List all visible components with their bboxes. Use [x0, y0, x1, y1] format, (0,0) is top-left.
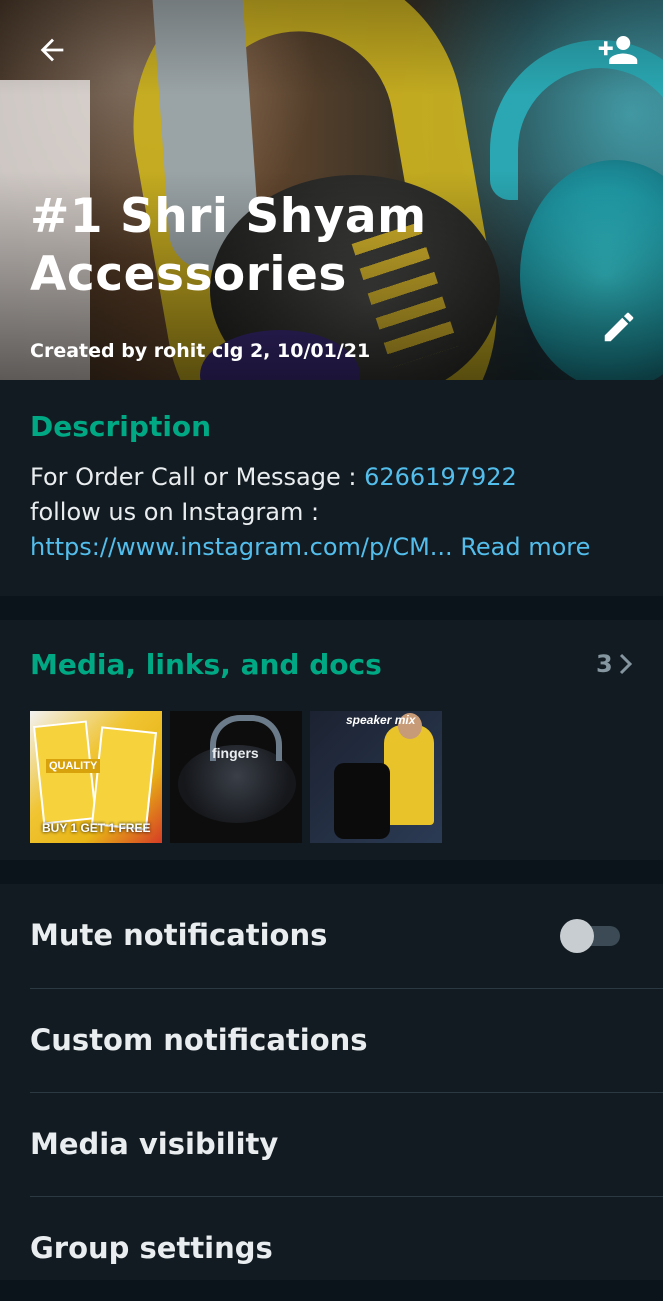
section-gap	[0, 860, 663, 884]
group-settings-label: Group settings	[30, 1231, 273, 1265]
thumb-caption: fingers	[212, 745, 259, 761]
thumb-speaker-shape	[334, 763, 390, 839]
chevron-right-icon	[619, 653, 632, 675]
group-title: #1 Shri Shyam Accessories	[30, 189, 427, 302]
back-button[interactable]	[26, 26, 78, 74]
description-line2: follow us on Instagram :	[30, 498, 320, 526]
thumb-caption: speaker mix	[346, 713, 416, 727]
read-more-link[interactable]: Read more	[460, 533, 590, 561]
thumb-person-shape	[384, 725, 434, 825]
media-visibility-row[interactable]: Media visibility	[0, 1093, 663, 1197]
custom-notifications-row[interactable]: Custom notifications	[0, 989, 663, 1093]
section-gap	[0, 596, 663, 620]
mute-notifications-row[interactable]: Mute notifications	[0, 884, 663, 988]
instagram-link[interactable]: https://www.instagram.com/p/CM...	[30, 533, 453, 561]
add-participant-button[interactable]	[590, 26, 646, 74]
media-thumbnail[interactable]: speaker mix	[310, 711, 442, 843]
media-heading: Media, links, and docs	[30, 648, 382, 681]
description-section[interactable]: Description For Order Call or Message : …	[0, 380, 663, 596]
phone-link[interactable]: 6266197922	[364, 463, 517, 491]
pencil-icon	[604, 312, 634, 342]
description-line1: For Order Call or Message :	[30, 463, 365, 491]
media-section: Media, links, and docs 3 QUALITY BUY 1 G…	[0, 620, 663, 860]
settings-list: Mute notifications Custom notifications …	[0, 884, 663, 1280]
arrow-left-icon	[40, 38, 64, 62]
created-by-text: Created by rohit clg 2, 10/01/21	[30, 340, 371, 362]
media-count-button[interactable]: 3	[596, 650, 633, 678]
mute-toggle[interactable]	[560, 919, 622, 953]
thumb-box-shape	[90, 726, 158, 831]
description-heading: Description	[30, 410, 212, 443]
mute-notifications-label: Mute notifications	[30, 918, 328, 952]
media-thumbnail[interactable]: fingers	[170, 711, 302, 843]
custom-notifications-label: Custom notifications	[30, 1023, 368, 1057]
media-visibility-label: Media visibility	[30, 1127, 279, 1161]
group-header-image: #1 Shri Shyam Accessories Created by roh…	[0, 0, 663, 380]
description-text: For Order Call or Message : 6266197922 f…	[30, 460, 650, 565]
add-person-icon	[598, 36, 638, 64]
media-thumbnail[interactable]: QUALITY BUY 1 GET 1 FREE	[30, 711, 162, 843]
edit-group-button[interactable]	[594, 302, 644, 352]
media-count: 3	[596, 650, 613, 678]
group-settings-row[interactable]: Group settings	[0, 1197, 663, 1301]
thumb-caption: BUY 1 GET 1 FREE	[42, 821, 151, 835]
thumb-tag: QUALITY	[46, 759, 101, 773]
toggle-knob	[560, 919, 594, 953]
